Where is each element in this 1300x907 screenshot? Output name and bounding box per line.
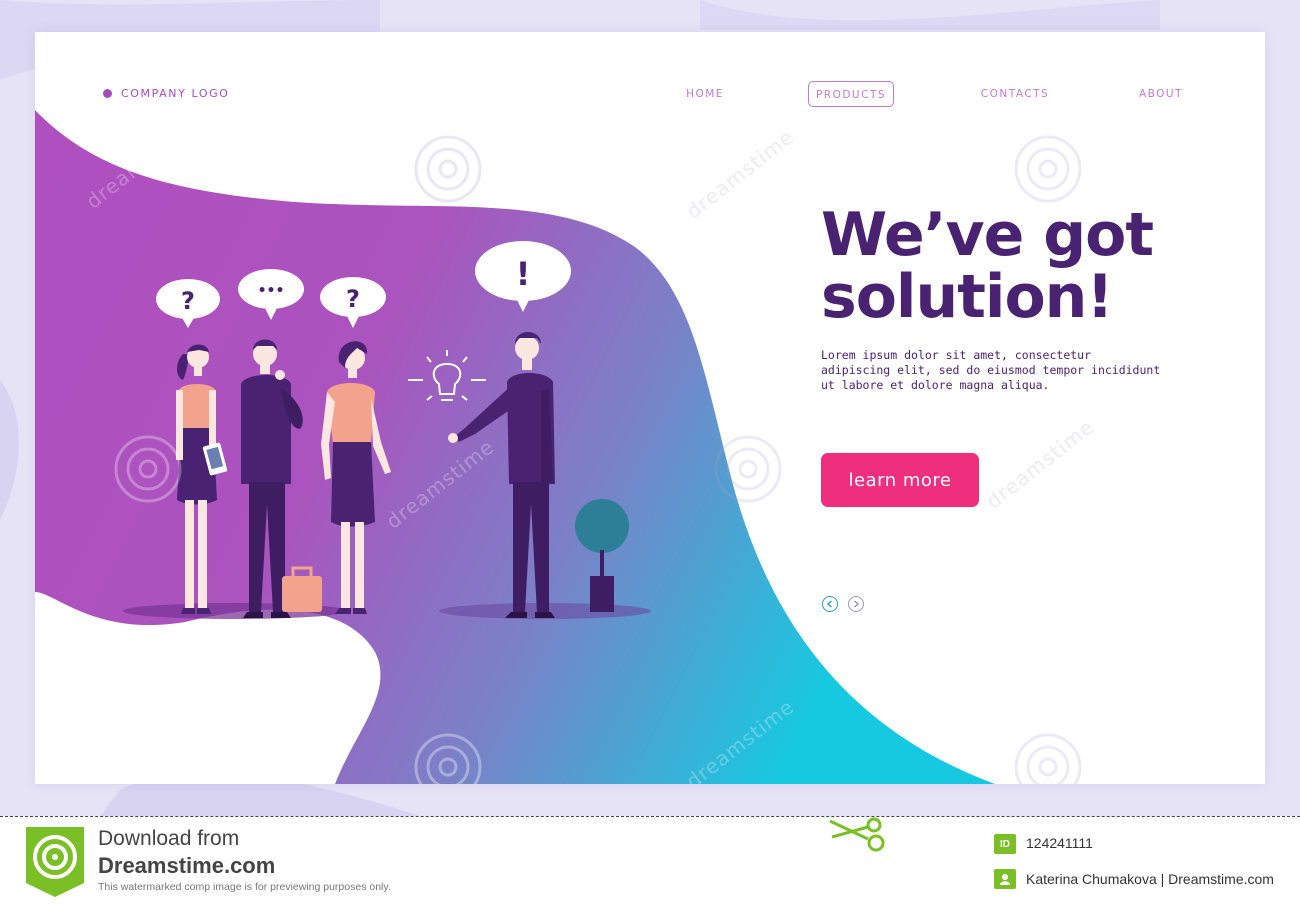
site-name[interactable]: Dreamstime.com [98,853,275,879]
watermark-logo-icon [414,733,482,784]
briefcase-icon [282,566,322,612]
speech-bubble-dots: ••• [238,269,304,320]
image-id: 124241111 [1026,835,1093,851]
download-from-text: Download from [98,827,240,850]
lightbulb-icon [408,350,486,401]
watermark-logo-icon [114,435,182,503]
watermark-logo-icon [414,135,482,203]
author-credit[interactable]: Katerina Chumakova | Dreamstime.com [1026,871,1274,887]
bubble-2-text: ••• [258,283,285,299]
plant-icon [575,499,629,612]
author-icon [994,869,1016,889]
dreamstime-logo-icon [26,827,84,897]
person-woman-standing [321,341,391,614]
scissors-icon [829,817,885,852]
dreamstime-footer: Download from Dreamstime.com This waterm… [0,816,1300,907]
id-badge: ID [994,834,1016,854]
bubble-1-text: ? [181,287,195,315]
landing-card: COMPANY LOGO HOME PRODUCTS CONTACTS ABOU… [35,32,1265,784]
watermark-logo-icon [1014,733,1082,784]
person-woman-tablet [176,344,228,614]
preview-note: This watermarked comp image is for previ… [98,881,391,893]
watermark-logo-icon [1014,135,1082,203]
watermark-logo-icon [714,435,782,503]
speech-bubble-question-2: ? [320,277,386,328]
speech-bubble-question-1: ? [156,279,220,328]
bubble-4-text: ! [516,255,531,293]
speech-bubble-exclamation: ! [475,241,571,312]
bubble-3-text: ? [346,285,360,313]
